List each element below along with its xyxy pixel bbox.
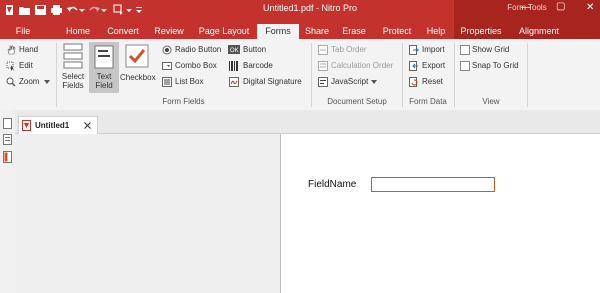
snap-to-grid-checkbox[interactable] <box>460 61 470 71</box>
form-data-group-label: Form Data <box>409 97 447 106</box>
text-form-field[interactable] <box>371 177 495 192</box>
svg-text:OK: OK <box>230 48 239 54</box>
import-icon <box>409 45 419 55</box>
tab-help[interactable]: Help <box>423 24 449 39</box>
tab-erase[interactable]: Erase <box>339 24 369 39</box>
barcode-icon <box>229 61 238 71</box>
close-tab-icon[interactable] <box>84 122 91 129</box>
select-fields-button[interactable]: Select Fields <box>59 72 87 90</box>
maximize-button[interactable]: ▢ <box>556 1 565 12</box>
tab-review[interactable]: Review <box>150 24 188 39</box>
print-icon[interactable] <box>50 4 63 16</box>
tab-share[interactable]: Share <box>302 24 332 39</box>
button-field-button[interactable]: Button <box>243 45 266 54</box>
reset-button[interactable]: Reset <box>422 77 443 86</box>
tab-forms[interactable]: Forms <box>257 24 299 39</box>
javascript-button[interactable]: JavaScript <box>331 77 368 86</box>
attachments-panel-icon[interactable] <box>3 151 12 163</box>
zoom-icon <box>6 77 16 87</box>
tab-protect[interactable]: Protect <box>379 24 415 39</box>
list-box-button[interactable]: List Box <box>175 77 203 86</box>
digital-signature-button[interactable]: Digital Signature <box>243 77 302 86</box>
barcode-button[interactable]: Barcode <box>243 61 273 70</box>
radio-button-icon <box>162 45 172 55</box>
snap-to-grid-label: Snap To Grid <box>472 61 519 70</box>
tab-order-button[interactable]: Tab Order <box>331 45 367 54</box>
redo-dropdown-icon[interactable] <box>100 4 108 16</box>
edit-tool-button[interactable]: Edit <box>19 61 33 70</box>
calculation-order-button[interactable]: Calculation Order <box>331 61 393 70</box>
bookmarks-panel-icon[interactable] <box>3 134 12 145</box>
select-fields-icon <box>63 43 83 69</box>
tab-properties[interactable]: Properties <box>458 24 504 39</box>
show-grid-label: Show Grid <box>472 45 510 54</box>
customize-toolbar-icon[interactable] <box>135 4 143 16</box>
document-tab-label: Untitled1 <box>35 121 70 130</box>
select-tool-dropdown-icon[interactable] <box>125 4 133 16</box>
pdf-file-icon <box>22 120 31 131</box>
javascript-dropdown-icon[interactable] <box>371 80 377 84</box>
button-field-icon: OK <box>228 45 240 54</box>
checkbox-button[interactable]: Checkbox <box>120 73 156 82</box>
text-field-icon <box>94 45 114 69</box>
edit-cursor-icon <box>6 61 15 71</box>
digital-signature-icon <box>229 77 239 87</box>
tab-convert[interactable]: Convert <box>103 24 143 39</box>
tab-alignment[interactable]: Alignment <box>515 24 563 39</box>
save-icon[interactable] <box>34 4 47 16</box>
document-tab-strip <box>15 110 600 134</box>
tab-page-layout[interactable]: Page Layout <box>196 24 252 39</box>
window-title: Untitled1.pdf - Nitro Pro <box>262 3 358 13</box>
view-group-label: View <box>482 97 500 106</box>
open-folder-icon[interactable] <box>18 4 31 16</box>
list-box-icon <box>162 77 172 87</box>
minimize-button[interactable]: — <box>521 2 531 13</box>
combo-box-icon <box>162 62 172 70</box>
pages-panel-icon[interactable] <box>3 118 12 129</box>
export-icon <box>409 61 418 71</box>
checkbox-icon <box>125 44 149 68</box>
hand-tool-button[interactable]: Hand <box>19 45 38 54</box>
app-logo-icon <box>6 5 13 15</box>
form-field-label: FieldName <box>308 179 357 190</box>
ribbon-separator <box>527 43 528 107</box>
close-window-button[interactable]: ✕ <box>586 2 594 13</box>
radio-button-button[interactable]: Radio Button <box>175 45 221 54</box>
tab-home[interactable]: Home <box>58 24 98 39</box>
hand-icon <box>7 45 16 55</box>
pdf-page <box>280 134 600 293</box>
javascript-icon <box>318 77 328 87</box>
text-field-label: Text Field <box>95 72 113 90</box>
reset-icon <box>409 77 418 87</box>
export-button[interactable]: Export <box>422 61 445 70</box>
calculation-order-icon <box>318 61 328 71</box>
tab-order-icon <box>318 45 328 55</box>
zoom-tool-button[interactable]: Zoom <box>19 77 39 86</box>
zoom-dropdown-icon[interactable] <box>44 80 50 84</box>
document-setup-group-label: Document Setup <box>327 97 387 106</box>
combo-box-button[interactable]: Combo Box <box>175 61 217 70</box>
undo-dropdown-icon[interactable] <box>78 4 86 16</box>
import-button[interactable]: Import <box>422 45 445 54</box>
tab-file[interactable]: File <box>5 24 41 39</box>
show-grid-checkbox[interactable] <box>460 45 470 55</box>
form-fields-group-label: Form Fields <box>162 97 205 106</box>
